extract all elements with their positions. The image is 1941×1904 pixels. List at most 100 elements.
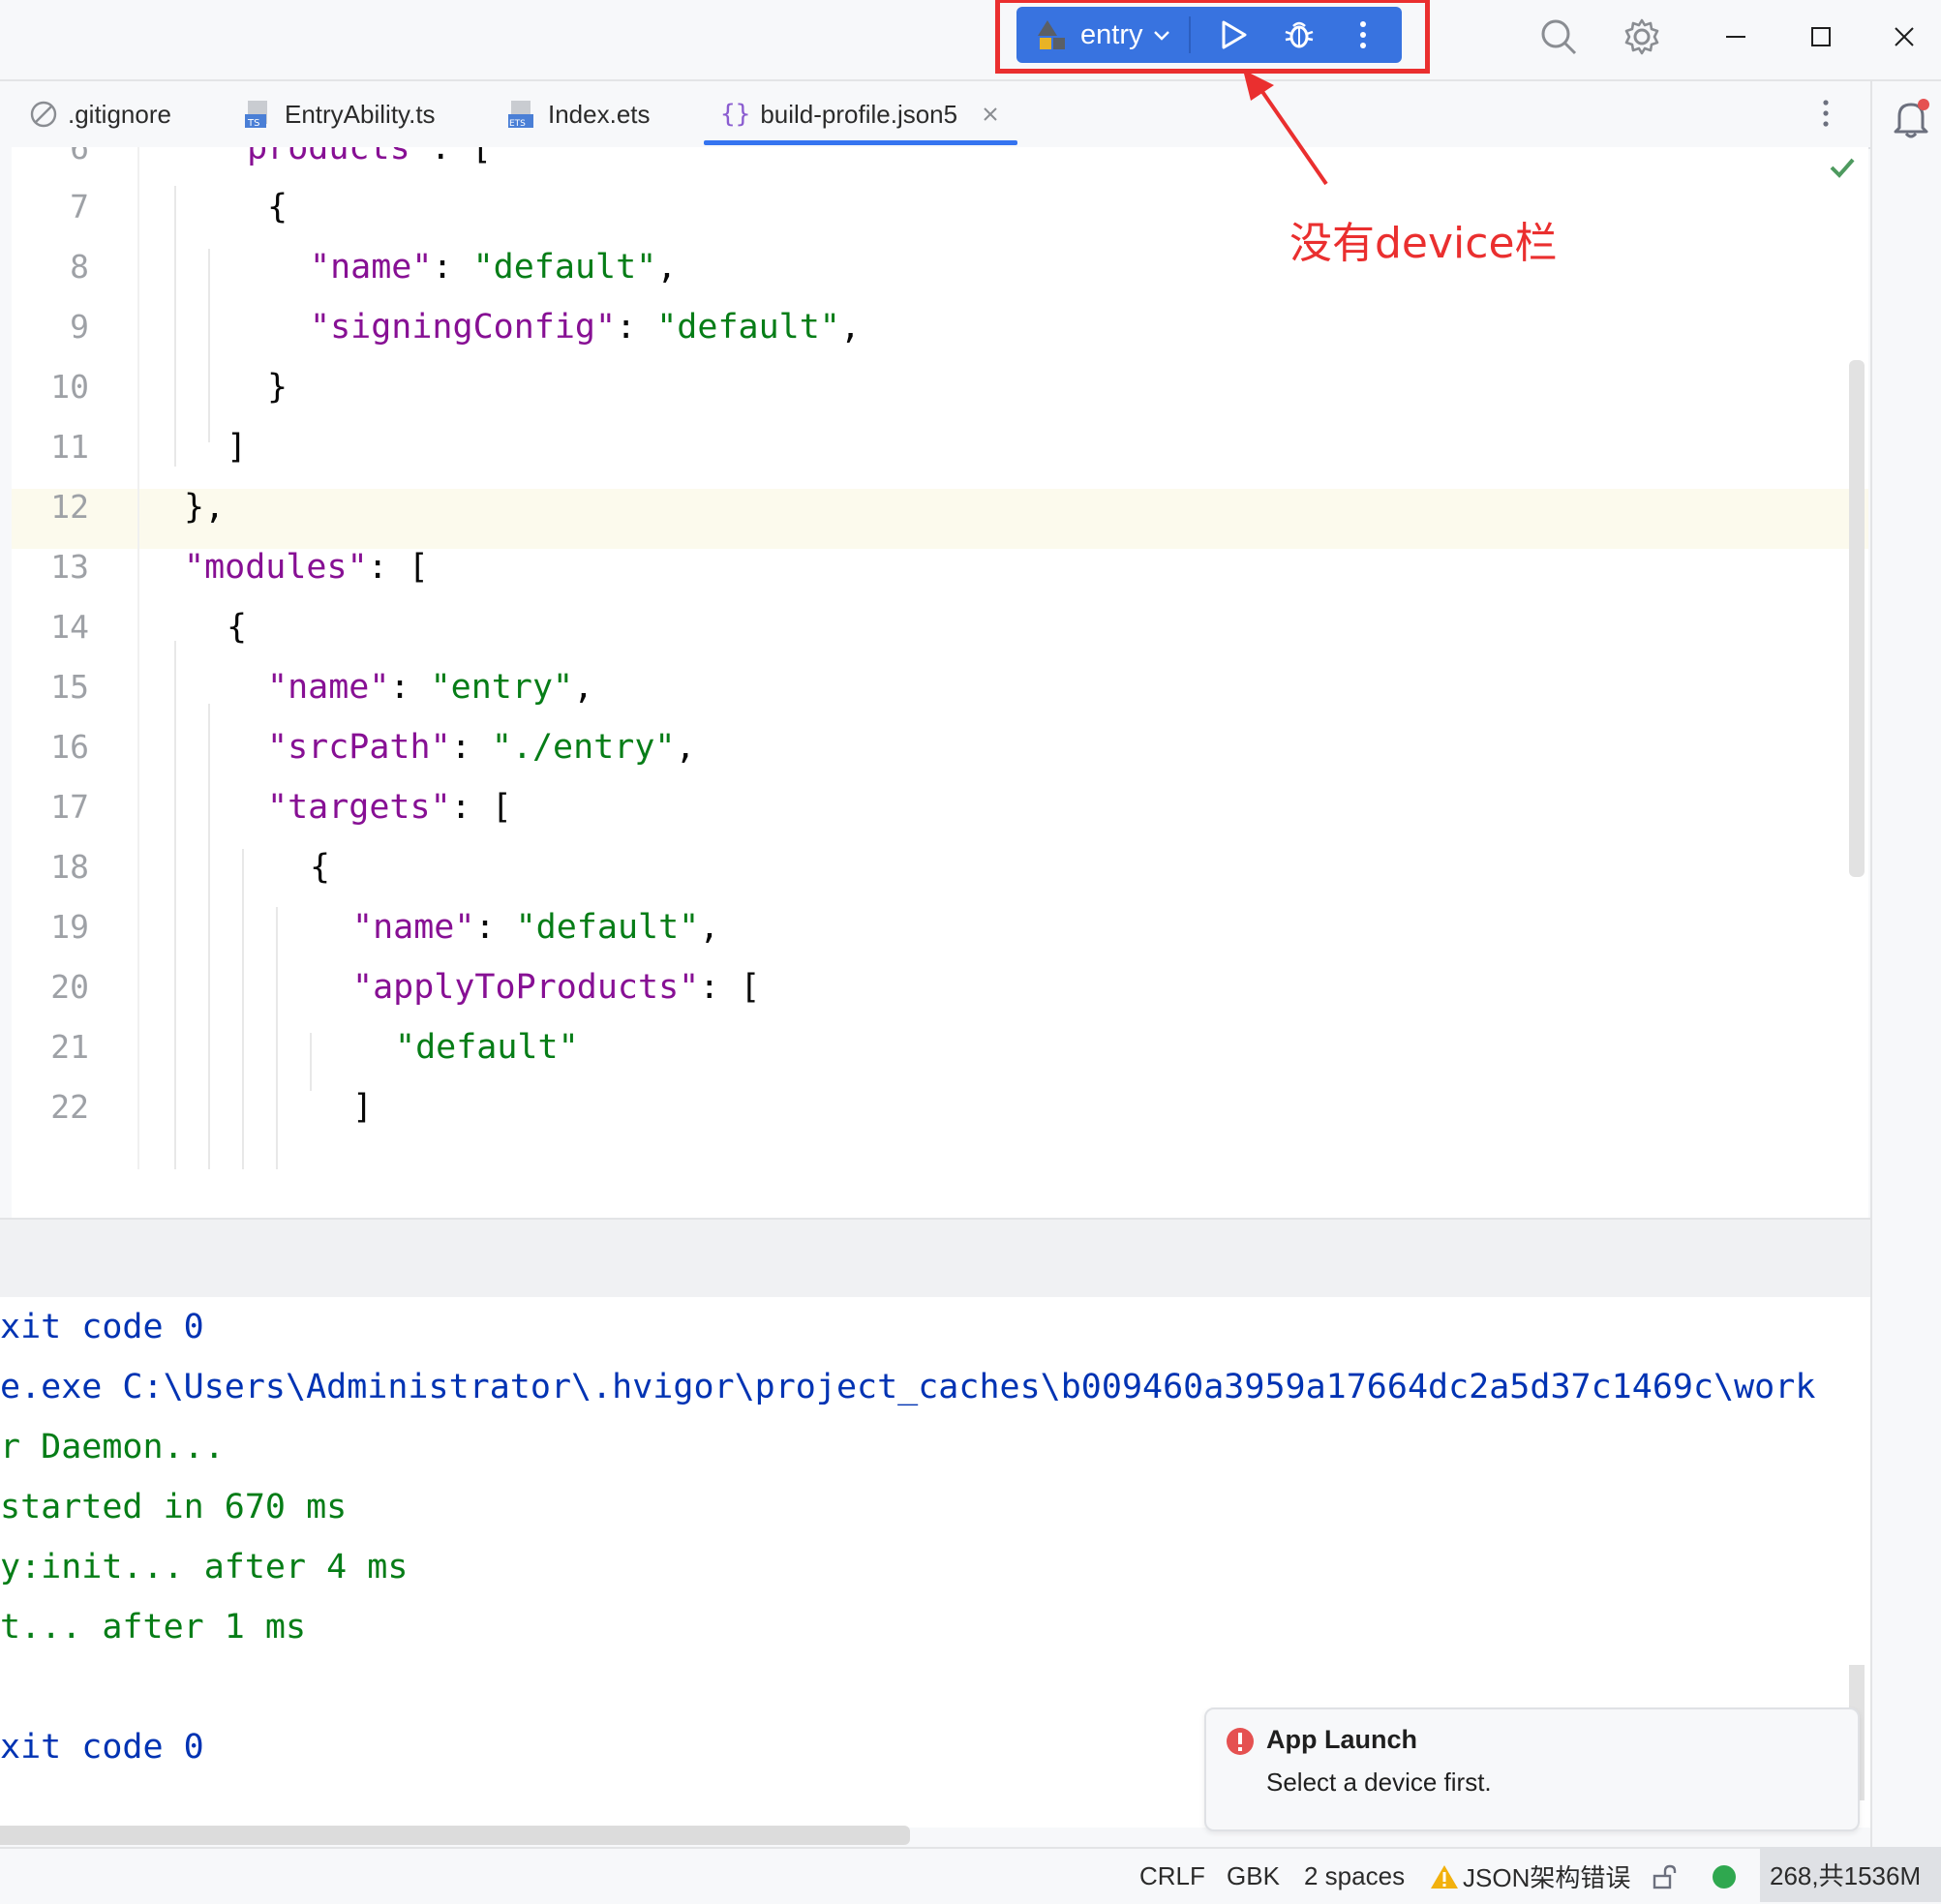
tab-options-button[interactable] <box>1822 99 1830 133</box>
settings-button[interactable] <box>1603 0 1681 74</box>
indent-indicator[interactable]: 2 spaces <box>1304 1849 1405 1904</box>
code-line: 8 "name": "default", <box>12 237 1868 297</box>
code-line: 21 "default" <box>12 1017 1868 1077</box>
code-line: 19 "name": "default", <box>12 897 1868 957</box>
memory-label: 268,共1536M <box>1770 1861 1922 1890</box>
readonly-toggle[interactable] <box>1652 1849 1679 1904</box>
code-line: 16 "srcPath": "./entry", <box>12 717 1868 777</box>
editor-scrollbar[interactable] <box>1849 360 1865 877</box>
line-number: 20 <box>50 968 89 1006</box>
bell-icon <box>1894 99 1929 138</box>
code-line: 6 "products": [ <box>12 147 1868 178</box>
line-number: 11 <box>50 428 89 466</box>
tab-label: EntryAbility.ts <box>285 99 436 129</box>
json-key: "signingConfig" <box>310 308 617 347</box>
tab-entryability[interactable]: TS EntryAbility.ts <box>244 81 436 147</box>
editor-tabs: .gitignore TS EntryAbility.ts ETS Index.… <box>12 81 1870 149</box>
code-line: 22 ] <box>12 1077 1868 1137</box>
memory-indicator[interactable]: 268,共1536M <box>1760 1847 1941 1902</box>
search-icon <box>1541 19 1577 55</box>
gitignore-icon <box>30 101 57 128</box>
close-tab-icon[interactable] <box>981 105 1000 124</box>
search-button[interactable] <box>1520 0 1597 74</box>
line-number: 7 <box>70 188 89 226</box>
line-number: 22 <box>50 1088 89 1126</box>
json-value: "default" <box>656 308 840 347</box>
right-tool-strip <box>1870 81 1941 1848</box>
line-number: 12 <box>50 488 89 526</box>
console-line: e.exe C:\Users\Administrator\.hvigor\pro… <box>0 1368 1816 1406</box>
line-number: 17 <box>50 788 89 826</box>
editor-breadcrumb-area <box>12 1169 1868 1220</box>
json-schema-label: JSON架构错误 <box>1463 1863 1631 1892</box>
console-line: y:init... after 4 ms <box>0 1548 409 1587</box>
error-icon <box>1227 1728 1254 1755</box>
line-number: 21 <box>50 1028 89 1066</box>
code-line: 7 { <box>12 177 1868 237</box>
more-vertical-icon <box>1823 100 1829 127</box>
json-key: "modules" <box>184 548 368 587</box>
json-key: "name" <box>267 668 390 707</box>
code-line: 9 "signingConfig": "default", <box>12 297 1868 357</box>
unlock-icon <box>1653 1864 1677 1889</box>
code-editor[interactable]: 6 "products": [ 7 { 8 "name": "default",… <box>12 147 1868 1169</box>
json-schema-indicator[interactable]: JSON架构错误 <box>1430 1849 1630 1904</box>
line-number: 18 <box>50 848 89 886</box>
json-key: "applyToProducts" <box>352 968 700 1007</box>
code-line: 13 "modules": [ <box>12 537 1868 597</box>
gear-icon <box>1624 18 1659 55</box>
tab-index[interactable]: ETS Index.ets <box>507 81 651 147</box>
inspection-ok-icon <box>1828 155 1857 185</box>
line-number: 16 <box>50 728 89 766</box>
notification-balloon[interactable]: App Launch Select a device first. <box>1204 1708 1860 1831</box>
json-key: "name" <box>352 908 475 947</box>
console-line: started in 670 ms <box>0 1488 348 1526</box>
notifications-button[interactable] <box>1892 97 1930 144</box>
line-number: 6 <box>70 147 89 166</box>
json-value: "default" <box>515 908 700 947</box>
console-line: t... after 1 ms <box>0 1608 307 1647</box>
json-key: "targets" <box>267 788 451 827</box>
console-line: xit code 0 <box>0 1308 204 1346</box>
json-value: "./entry" <box>491 728 676 767</box>
line-number: 19 <box>50 908 89 946</box>
tab-gitignore[interactable]: .gitignore <box>29 81 171 147</box>
line-number: 14 <box>50 608 89 646</box>
svg-text:ETS: ETS <box>509 119 526 129</box>
tab-build-profile[interactable]: {} build-profile.json5 <box>720 81 1000 147</box>
json-value: "default" <box>395 1028 579 1067</box>
ets-file-icon: ETS <box>508 101 533 129</box>
json-key: "srcPath" <box>267 728 451 767</box>
json-key: "name" <box>310 248 433 287</box>
warning-icon <box>1431 1864 1458 1889</box>
annotation-arrow <box>1243 70 1328 186</box>
tab-label: Index.ets <box>548 99 651 129</box>
line-ending-indicator[interactable]: CRLF <box>1139 1849 1205 1904</box>
run-panel-header <box>0 1218 1870 1299</box>
maximize-button[interactable] <box>1782 0 1860 74</box>
json-key: "products" <box>227 147 431 167</box>
console-horizontal-scrollbar[interactable] <box>0 1826 910 1845</box>
status-dot-icon <box>1713 1864 1736 1889</box>
status-indicator[interactable] <box>1712 1849 1737 1904</box>
minimize-icon <box>1726 36 1745 38</box>
notification-title: App Launch <box>1266 1725 1417 1754</box>
line-number: 9 <box>70 308 89 346</box>
status-bar: CRLF GBK 2 spaces JSON架构错误 <box>0 1847 1941 1904</box>
minimize-button[interactable] <box>1697 0 1774 74</box>
tab-label: .gitignore <box>68 99 171 129</box>
code-line: 10 } <box>12 357 1868 417</box>
code-line: 20 "applyToProducts": [ <box>12 957 1868 1017</box>
close-button[interactable] <box>1867 0 1941 74</box>
highlight-box <box>995 0 1430 74</box>
code-line: 11 ] <box>12 417 1868 477</box>
console-line: xit code 0 <box>0 1728 204 1767</box>
line-number: 10 <box>50 368 89 406</box>
active-tab-indicator <box>704 140 1017 145</box>
line-number: 8 <box>70 248 89 286</box>
code-line: 18 { <box>12 837 1868 897</box>
maximize-icon <box>1811 27 1831 46</box>
encoding-indicator[interactable]: GBK <box>1227 1849 1280 1904</box>
code-line: 14 { <box>12 597 1868 657</box>
code-line: 17 "targets": [ <box>12 777 1868 837</box>
